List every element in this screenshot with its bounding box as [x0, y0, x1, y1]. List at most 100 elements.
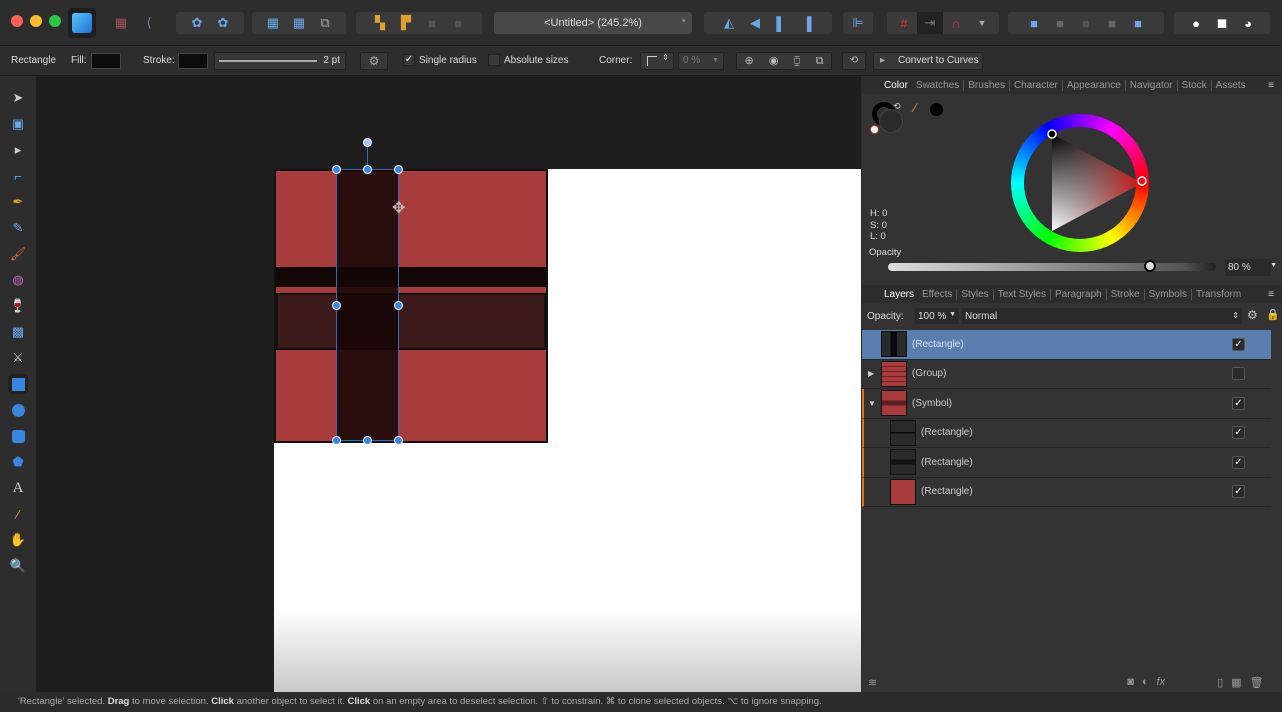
visibility-checkbox[interactable]: ✓	[1232, 485, 1245, 499]
swap-colors-icon[interactable]: ⟲	[893, 101, 901, 112]
corner-icon[interactable]: ⌐	[8, 166, 28, 186]
order-back-icon[interactable]: ▚	[367, 12, 393, 34]
grid-settings-icon[interactable]: ▦	[286, 12, 312, 34]
tab-styles[interactable]: Styles	[957, 288, 994, 300]
resize-handle[interactable]	[394, 165, 403, 174]
panel-menu-icon[interactable]: ≡	[1264, 289, 1278, 300]
order-forward-icon[interactable]: ■	[445, 12, 471, 34]
layer-row[interactable]: (Rectangle) ✓	[862, 418, 1271, 448]
tab-symbols[interactable]: Symbols	[1145, 288, 1192, 300]
grid-icon[interactable]: ▦	[260, 12, 286, 34]
xor-icon[interactable]: ■	[1099, 12, 1125, 34]
snapshot-icon[interactable]: ⧉	[312, 12, 338, 34]
transform-origin-icon[interactable]: ⊕	[745, 53, 754, 69]
layer-row[interactable]: ▼ (Symbol) ✓	[862, 389, 1271, 419]
move-icon[interactable]: ➤	[8, 88, 28, 108]
resize-handle[interactable]	[363, 436, 372, 445]
lock-icon[interactable]: 🔒	[1266, 308, 1280, 321]
tab-layers[interactable]: Layers	[880, 289, 918, 300]
convert-to-curves-button[interactable]: ▸ Convert to Curves	[873, 52, 983, 70]
order-backward-icon[interactable]: ■	[419, 12, 445, 34]
close-window-button[interactable]	[11, 15, 23, 27]
rotate-left-icon[interactable]: ▌	[768, 12, 794, 34]
eye-icon[interactable]: ◉	[769, 53, 779, 69]
tab-character[interactable]: Character	[1010, 79, 1063, 91]
stroke-color-well[interactable]	[879, 109, 903, 133]
divide-icon[interactable]: ■	[1125, 12, 1151, 34]
resize-icon[interactable]: ⧉	[816, 53, 824, 69]
tab-transform[interactable]: Transform	[1192, 289, 1245, 300]
flip-vertical-icon[interactable]: ◀	[742, 12, 768, 34]
resize-handle[interactable]	[394, 301, 403, 310]
rounded-rect-icon[interactable]	[8, 426, 28, 446]
saturation-triangle[interactable]	[1011, 114, 1149, 252]
text-icon[interactable]: A	[8, 478, 28, 498]
affinity-designer-logo[interactable]	[68, 8, 96, 38]
add-layer-icon[interactable]: ▯	[1217, 676, 1223, 689]
document-title[interactable]: <Untitled> (245.2%) *	[494, 12, 692, 34]
stroke-swatch[interactable]	[178, 53, 208, 69]
mask-icon[interactable]: ◙	[1127, 676, 1134, 688]
snapping-grid-icon[interactable]: #	[891, 12, 917, 34]
resize-handle[interactable]	[394, 436, 403, 445]
rectangle-icon[interactable]	[8, 374, 28, 394]
tab-effects[interactable]: Effects	[918, 288, 958, 300]
panel-menu-icon[interactable]: ≡	[1264, 80, 1278, 91]
adjustment-icon[interactable]: ◐	[1142, 676, 1149, 688]
layer-row[interactable]: (Rectangle) ✓	[862, 477, 1271, 507]
intersect-icon[interactable]: ■	[1073, 12, 1099, 34]
visibility-checkbox[interactable]: ✓	[1232, 455, 1245, 469]
tab-color[interactable]: Color	[880, 80, 912, 91]
symbol-artwork[interactable]	[274, 169, 548, 443]
zoom-icon[interactable]: 🔍	[8, 556, 28, 576]
blend-mode-select[interactable]: Normal ⇕	[962, 308, 1242, 324]
gear-icon[interactable]: ⚙	[360, 52, 388, 70]
fill-swatch[interactable]	[91, 53, 121, 69]
fill-icon[interactable]: ◍	[8, 270, 28, 290]
persona-pixel-icon[interactable]: ▦	[108, 12, 134, 34]
image-icon[interactable]: ▩	[8, 322, 28, 342]
tab-paragraph[interactable]: Paragraph	[1051, 288, 1107, 300]
detach-symbol-icon[interactable]: ✿	[210, 12, 236, 34]
persona-export-icon[interactable]: ⟨	[136, 12, 162, 34]
visibility-checkbox[interactable]: ✓	[1232, 426, 1245, 440]
opacity-slider-thumb[interactable]	[1144, 260, 1156, 272]
canvas[interactable]: ✥	[36, 76, 861, 692]
no-color-icon[interactable]	[870, 125, 879, 134]
tab-navigator[interactable]: Navigator	[1126, 79, 1178, 91]
ellipse-icon[interactable]	[8, 400, 28, 420]
subtract-icon[interactable]: ■	[1047, 12, 1073, 34]
snap-move-icon[interactable]: ⇥	[917, 12, 943, 34]
rotate-icon[interactable]: ⟲	[842, 52, 866, 70]
resize-handle[interactable]	[332, 301, 341, 310]
layer-row[interactable]: (Rectangle) ✓	[862, 448, 1271, 478]
resize-handle[interactable]	[332, 436, 341, 445]
visibility-checkbox[interactable]	[1232, 367, 1245, 381]
rotation-handle[interactable]	[363, 138, 372, 147]
fx-icon[interactable]: fx	[1157, 676, 1166, 688]
vector-crop-icon[interactable]: ⚔	[8, 348, 28, 368]
tab-assets[interactable]: Assets	[1212, 80, 1250, 91]
snapping-magnet-icon[interactable]: ∩	[943, 12, 969, 34]
insert-inside-icon[interactable]: ◕	[1235, 12, 1261, 34]
align-center-icon[interactable]: ⧮	[793, 53, 800, 69]
snapping-dropdown-icon[interactable]: ▼	[969, 12, 995, 34]
align-icon[interactable]: ⊫	[843, 12, 873, 34]
expand-icon[interactable]: ▶	[868, 369, 874, 378]
flip-horizontal-icon[interactable]: ◭	[716, 12, 742, 34]
tab-brushes[interactable]: Brushes	[964, 79, 1010, 91]
add-icon[interactable]: ■	[1021, 12, 1047, 34]
tab-appearance[interactable]: Appearance	[1063, 79, 1126, 91]
color-picker-icon[interactable]: ⁄	[8, 504, 28, 524]
opacity-field[interactable]: 80 % ▼	[1225, 259, 1277, 276]
opacity-slider[interactable]	[888, 260, 1216, 272]
rotate-right-icon[interactable]: ▐	[794, 12, 820, 34]
tab-swatches[interactable]: Swatches	[912, 79, 965, 91]
tab-stock[interactable]: Stock	[1178, 79, 1212, 91]
corner-value-field[interactable]: 0 % ▼	[678, 52, 724, 70]
color-picker-icon[interactable]: ⁄	[914, 101, 916, 115]
order-front-icon[interactable]: ▛	[393, 12, 419, 34]
visibility-checkbox[interactable]: ✓	[1232, 337, 1245, 351]
absolute-sizes-checkbox[interactable]	[488, 54, 500, 66]
node-icon[interactable]: ▸	[8, 140, 28, 160]
